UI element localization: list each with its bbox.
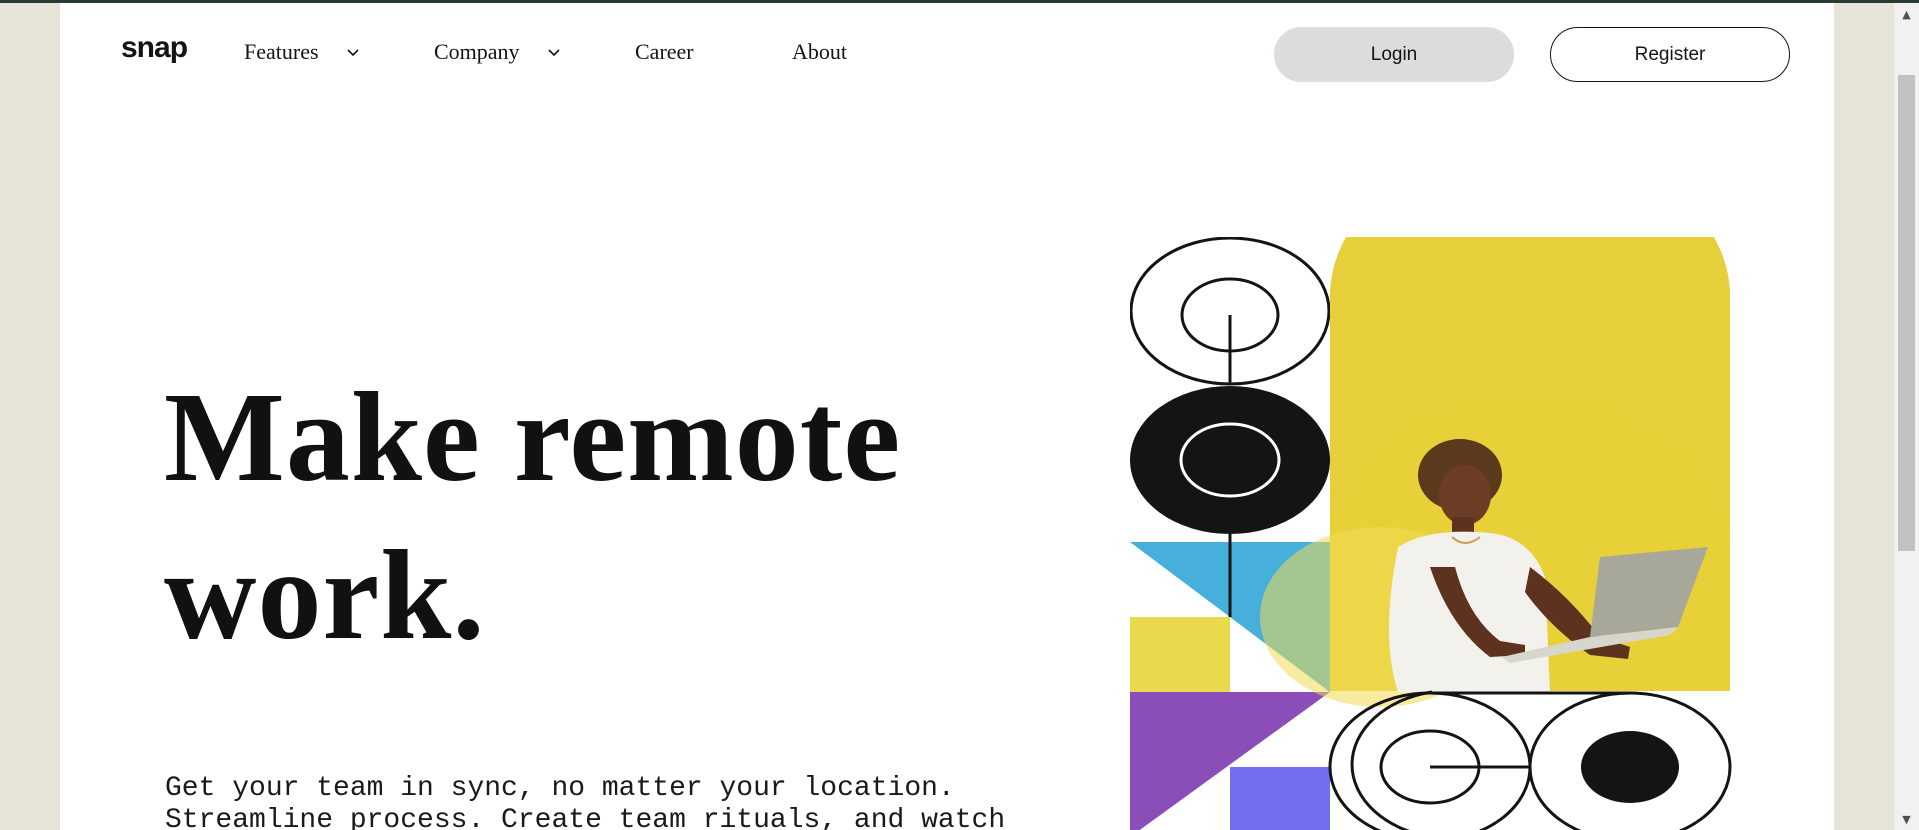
chevron-down-icon (547, 49, 560, 57)
landing-page: snap Features Company Career About Login… (60, 3, 1834, 830)
nav-about-label: About (792, 39, 847, 64)
bottom-rings-shape (1328, 690, 1732, 830)
yellow-square-shape (1130, 617, 1230, 692)
black-oval-shape (1130, 386, 1330, 534)
vertical-scrollbar[interactable]: ▲ ▼ (1894, 3, 1919, 830)
nav-career[interactable]: Career (635, 39, 694, 65)
chevron-down-icon (346, 49, 359, 57)
scroll-down-arrow-icon[interactable]: ▼ (1894, 808, 1919, 830)
snap-logo[interactable]: snap (121, 31, 188, 65)
outlined-rings-shape (1130, 237, 1331, 386)
nav-features[interactable]: Features (244, 39, 361, 65)
nav-company[interactable]: Company (434, 39, 562, 65)
nav-features-label: Features (244, 39, 319, 64)
hero-subtitle: Get your team in sync, no matter your lo… (165, 773, 1006, 830)
hero-title: Make remote work. (164, 366, 902, 666)
geometric-illustration (1130, 237, 1732, 830)
nav-career-label: Career (635, 39, 694, 64)
register-button[interactable]: Register (1550, 27, 1790, 82)
nav-about[interactable]: About (792, 39, 847, 65)
login-button[interactable]: Login (1274, 27, 1514, 82)
hero-illustration (1130, 237, 1800, 830)
scrollbar-thumb[interactable] (1898, 75, 1915, 551)
nav-company-label: Company (434, 39, 520, 64)
purple-square-shape (1230, 767, 1330, 830)
scroll-up-arrow-icon[interactable]: ▲ (1894, 3, 1919, 25)
